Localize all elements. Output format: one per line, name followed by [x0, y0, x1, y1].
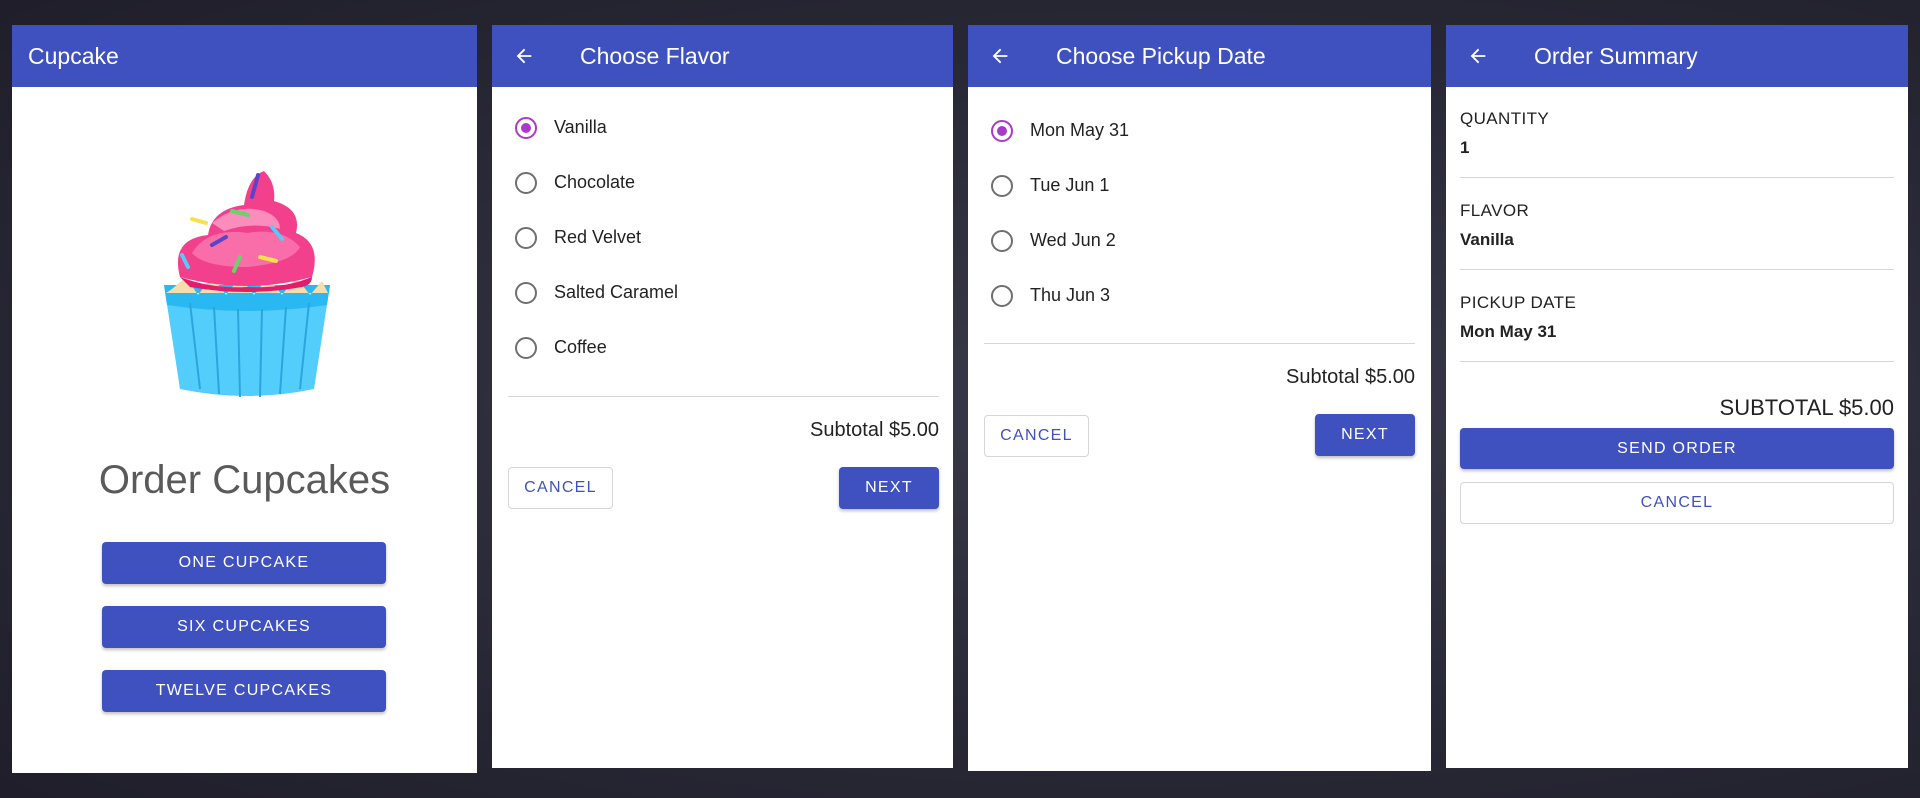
radio-unchecked-icon[interactable]: [515, 226, 537, 249]
pickup-date-value: Mon May 31: [1460, 322, 1557, 341]
divider: [984, 343, 1415, 344]
next-button[interactable]: NEXT: [1315, 414, 1415, 456]
pickup-option-tue-jun-1[interactable]: Tue Jun 1: [968, 158, 1431, 213]
flavor-option-salted-caramel[interactable]: Salted Caramel: [492, 265, 953, 320]
radio-checked-icon[interactable]: [515, 116, 537, 139]
pickup-option-thu-jun-3[interactable]: Thu Jun 3: [968, 268, 1431, 323]
radio-unchecked-icon[interactable]: [991, 229, 1013, 252]
pickup-date-label: PICKUP DATE: [1460, 293, 1577, 312]
subtotal-text: Subtotal $5.00: [1286, 366, 1415, 388]
divider: [1460, 177, 1894, 178]
radio-unchecked-icon[interactable]: [991, 284, 1013, 307]
radio-unchecked-icon[interactable]: [515, 281, 537, 304]
option-label: Tue Jun 1: [1030, 175, 1110, 195]
twelve-cupcakes-button[interactable]: TWELVE CUPCAKES: [102, 670, 386, 712]
radio-checked-icon[interactable]: [991, 119, 1013, 142]
option-label: Wed Jun 2: [1030, 230, 1116, 250]
six-cupcakes-button[interactable]: SIX CUPCAKES: [102, 606, 386, 648]
option-label: Coffee: [554, 337, 607, 357]
cupcake-image: [164, 171, 330, 398]
option-label: Red Velvet: [554, 227, 642, 247]
cancel-button[interactable]: CANCEL: [984, 415, 1089, 457]
screen-title: Choose Pickup Date: [1056, 42, 1266, 69]
next-button[interactable]: NEXT: [839, 467, 939, 509]
flavor-option-chocolate[interactable]: Chocolate: [492, 155, 953, 210]
subtotal-text: SUBTOTAL $5.00: [1719, 395, 1894, 420]
cancel-button[interactable]: CANCEL: [508, 467, 613, 509]
app-bar: Order Summary: [1446, 25, 1908, 87]
radio-unchecked-icon[interactable]: [991, 174, 1013, 197]
option-label: Vanilla: [554, 117, 607, 137]
flavor-option-red-velvet[interactable]: Red Velvet: [492, 210, 953, 265]
summary-screen: Order Summary QUANTITY 1 FLAVOR Vanilla …: [1446, 25, 1908, 768]
flavor-section: FLAVOR Vanilla: [1460, 201, 1894, 250]
screen-title: Order Summary: [1534, 42, 1698, 69]
quantity-section: QUANTITY 1: [1460, 109, 1894, 158]
one-cupcake-button[interactable]: ONE CUPCAKE: [102, 542, 386, 584]
divider: [508, 396, 939, 397]
quantity-value: 1: [1460, 138, 1470, 157]
divider: [1460, 361, 1894, 362]
arrow-left-icon[interactable]: [506, 38, 542, 74]
app-bar: Choose Pickup Date: [968, 25, 1431, 87]
arrow-left-icon[interactable]: [1460, 38, 1496, 74]
quantity-label: QUANTITY: [1460, 109, 1550, 128]
send-order-button[interactable]: SEND ORDER: [1460, 428, 1894, 469]
flavor-label: FLAVOR: [1460, 201, 1530, 220]
option-label: Mon May 31: [1030, 120, 1130, 140]
radio-unchecked-icon[interactable]: [515, 336, 537, 359]
pickup-option-wed-jun-2[interactable]: Wed Jun 2: [968, 213, 1431, 268]
divider: [1460, 269, 1894, 270]
pickup-date-section: PICKUP DATE Mon May 31: [1460, 293, 1894, 342]
flavor-options: Vanilla Chocolate Red Velvet Salted Cara…: [492, 100, 953, 375]
pickup-options: Mon May 31 Tue Jun 1 Wed Jun 2 Thu Jun 3: [968, 103, 1431, 323]
pickup-option-mon-may-31[interactable]: Mon May 31: [968, 103, 1431, 158]
radio-unchecked-icon[interactable]: [515, 171, 537, 194]
option-label: Chocolate: [554, 172, 636, 192]
app-bar: Cupcake: [12, 25, 477, 87]
app-title: Cupcake: [28, 42, 119, 69]
flavor-screen: Choose Flavor Vanilla Chocolate Red Velv…: [492, 25, 953, 768]
flavor-option-coffee[interactable]: Coffee: [492, 320, 953, 375]
order-heading: Order Cupcakes: [98, 458, 391, 502]
option-label: Salted Caramel: [554, 282, 679, 302]
screen-title: Choose Flavor: [580, 42, 730, 69]
pickup-screen: Choose Pickup Date Mon May 31 Tue Jun 1 …: [968, 25, 1431, 771]
app-bar: Choose Flavor: [492, 25, 953, 87]
start-screen: Cupcake Order Cupcakes ONE CUPCAKE SIX C…: [12, 25, 477, 773]
subtotal-text: Subtotal $5.00: [810, 419, 939, 441]
flavor-option-vanilla[interactable]: Vanilla: [492, 100, 953, 155]
cancel-button[interactable]: CANCEL: [1460, 482, 1894, 524]
flavor-value: Vanilla: [1460, 230, 1514, 249]
option-label: Thu Jun 3: [1030, 285, 1111, 305]
arrow-left-icon[interactable]: [982, 38, 1018, 74]
